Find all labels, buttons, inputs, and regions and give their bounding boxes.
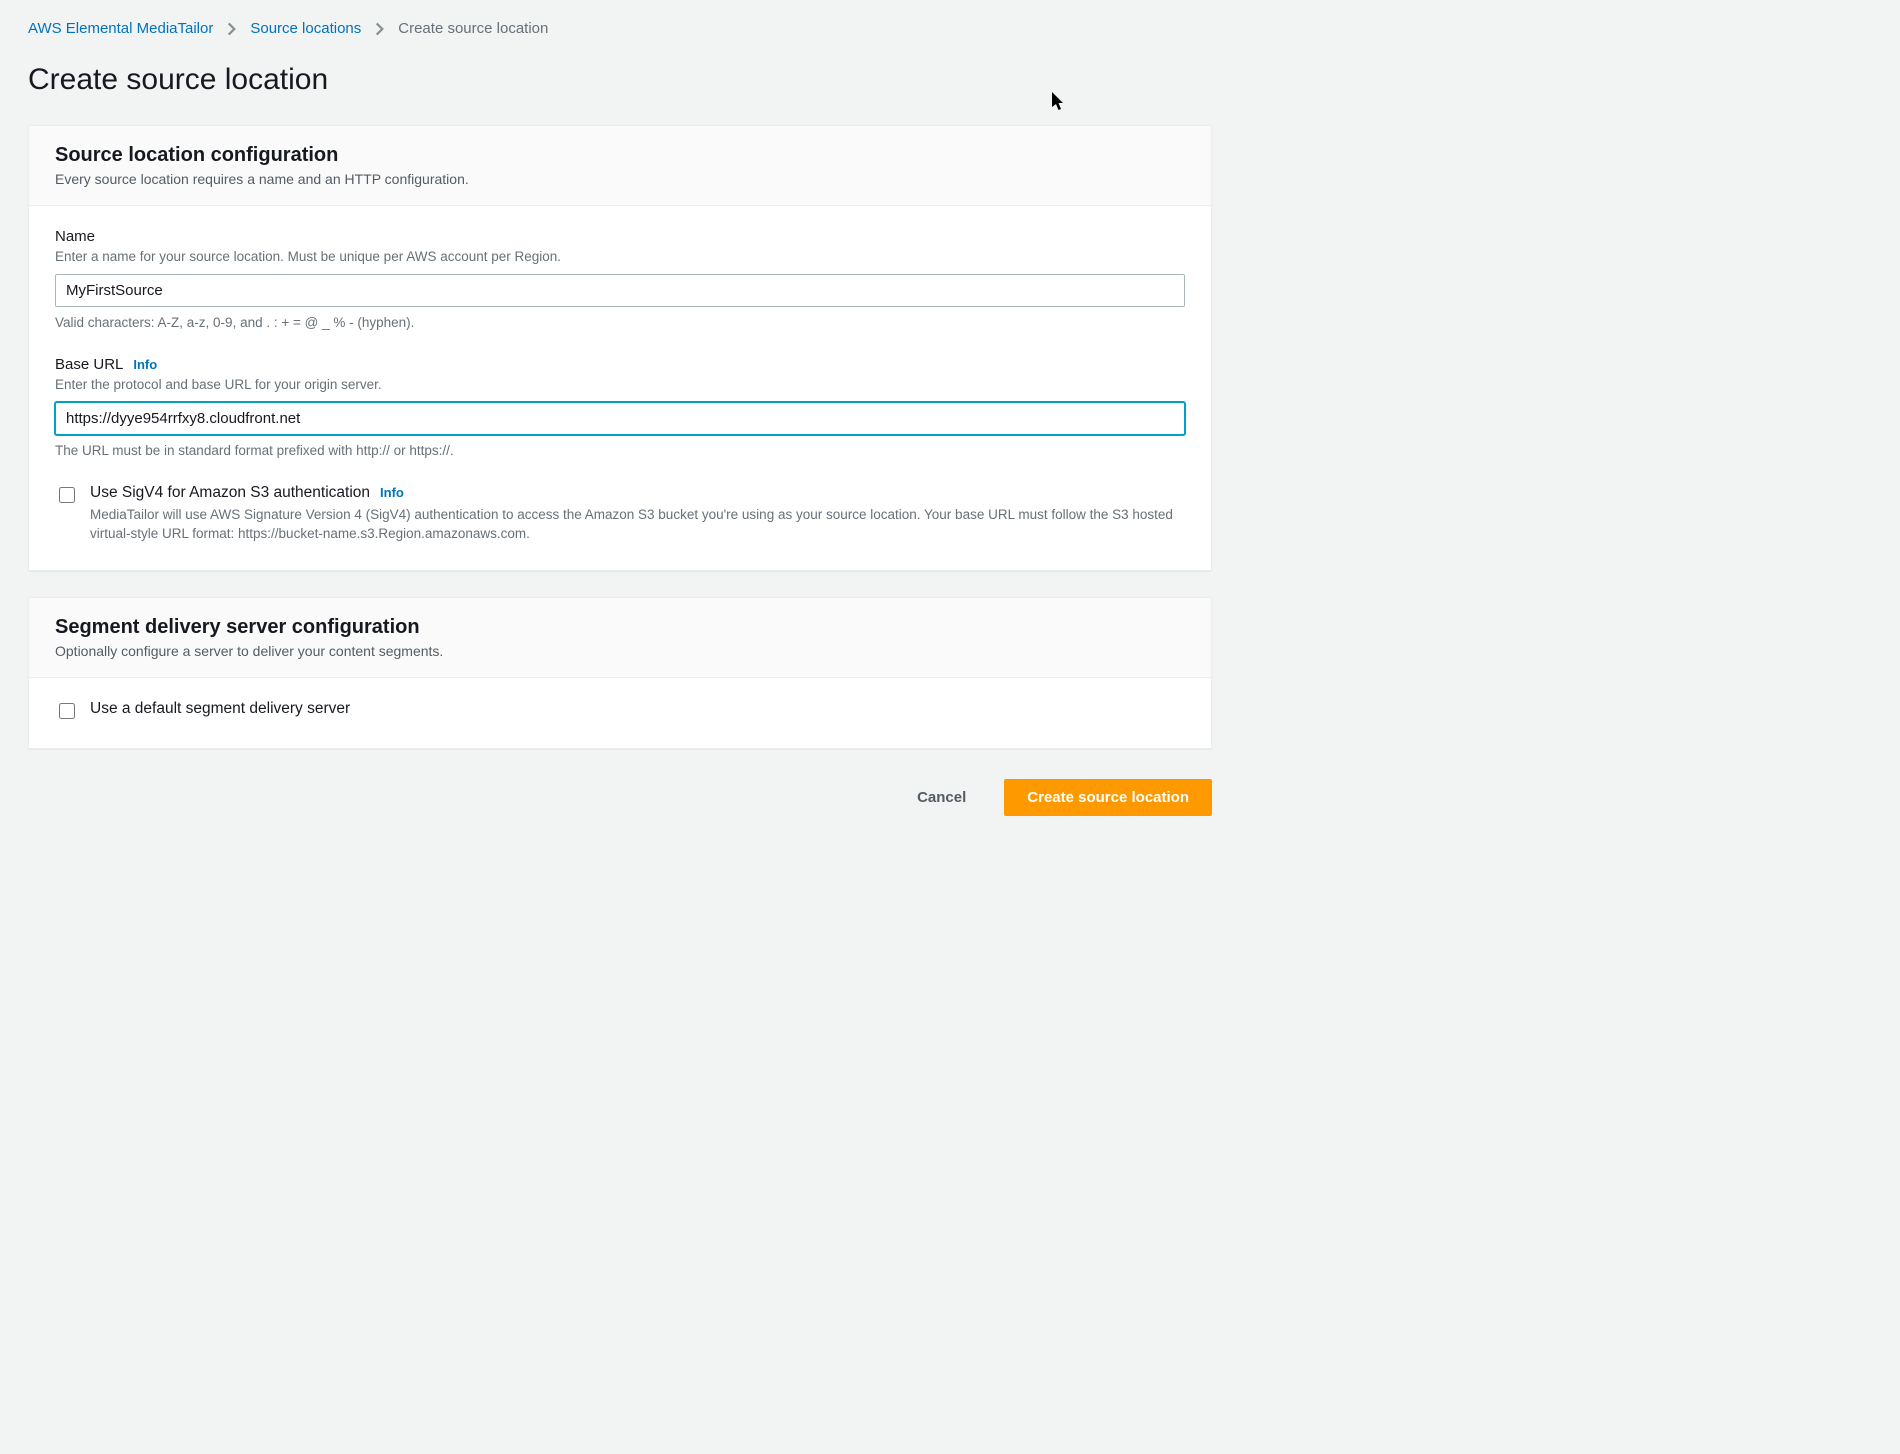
- breadcrumb-source-locations[interactable]: Source locations: [250, 20, 361, 37]
- page-title: Create source location: [28, 63, 1212, 97]
- breadcrumb-current: Create source location: [398, 20, 548, 37]
- sigv4-checkbox[interactable]: [59, 487, 75, 503]
- field-sigv4: Use SigV4 for Amazon S3 authentication I…: [55, 484, 1185, 544]
- field-base-url: Base URL Info Enter the protocol and bas…: [55, 356, 1185, 458]
- breadcrumb-root[interactable]: AWS Elemental MediaTailor: [28, 20, 213, 37]
- baseurl-input[interactable]: [55, 402, 1185, 435]
- sigv4-info-link[interactable]: Info: [380, 485, 404, 500]
- sigv4-desc: MediaTailor will use AWS Signature Versi…: [90, 506, 1185, 544]
- name-hint: Valid characters: A-Z, a-z, 0-9, and . :…: [55, 315, 1185, 330]
- field-name: Name Enter a name for your source locati…: [55, 228, 1185, 330]
- default-server-checkbox[interactable]: [59, 703, 75, 719]
- chevron-right-icon: [375, 22, 384, 36]
- panel-title: Source location configuration: [55, 144, 1185, 167]
- baseurl-label: Base URL: [55, 356, 123, 373]
- panel-header: Segment delivery server configuration Op…: [29, 598, 1211, 678]
- name-desc: Enter a name for your source location. M…: [55, 249, 1185, 264]
- cancel-button[interactable]: Cancel: [899, 780, 984, 815]
- sigv4-label: Use SigV4 for Amazon S3 authentication: [90, 484, 370, 502]
- panel-subtitle: Every source location requires a name an…: [55, 171, 1185, 187]
- field-default-server: Use a default segment delivery server: [55, 700, 1185, 722]
- default-server-label: Use a default segment delivery server: [90, 700, 350, 718]
- baseurl-info-link[interactable]: Info: [133, 357, 157, 372]
- create-source-location-button[interactable]: Create source location: [1004, 779, 1212, 816]
- panel-header: Source location configuration Every sour…: [29, 126, 1211, 206]
- baseurl-desc: Enter the protocol and base URL for your…: [55, 377, 1185, 392]
- form-actions: Cancel Create source location: [28, 775, 1212, 816]
- name-input[interactable]: [55, 274, 1185, 307]
- name-label: Name: [55, 228, 1185, 245]
- chevron-right-icon: [227, 22, 236, 36]
- breadcrumb: AWS Elemental MediaTailor Source locatio…: [28, 20, 1212, 45]
- panel-subtitle: Optionally configure a server to deliver…: [55, 643, 1185, 659]
- panel-title: Segment delivery server configuration: [55, 616, 1185, 639]
- panel-source-location-config: Source location configuration Every sour…: [28, 125, 1212, 571]
- panel-segment-delivery: Segment delivery server configuration Op…: [28, 597, 1212, 749]
- baseurl-hint: The URL must be in standard format prefi…: [55, 443, 1185, 458]
